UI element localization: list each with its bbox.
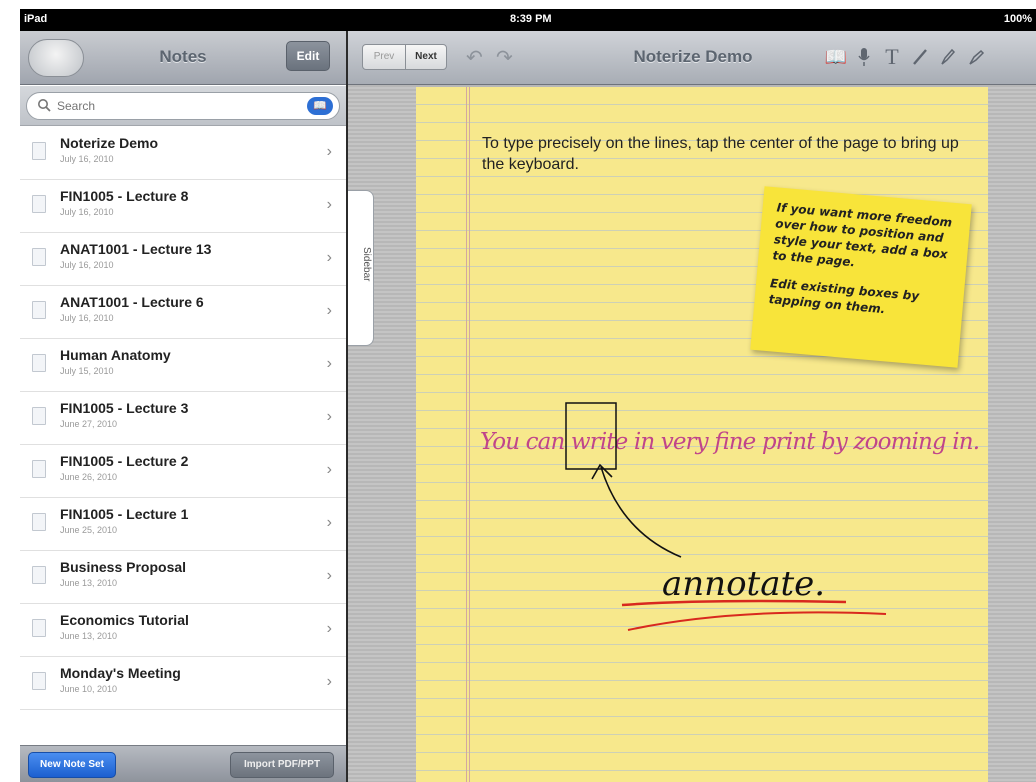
highlighter-icon[interactable] — [936, 43, 960, 71]
chevron-right-icon: › — [326, 302, 332, 319]
note-name: Economics Tutorial — [60, 612, 189, 628]
note-list-item[interactable]: Business Proposal June 13, 2010 › — [20, 551, 346, 604]
battery-label: 100% — [1003, 13, 1032, 25]
note-list-item[interactable]: ANAT1001 - Lecture 6 July 16, 2010 › — [20, 286, 346, 339]
document-icon — [32, 354, 46, 372]
note-list-item[interactable]: Economics Tutorial June 13, 2010 › — [20, 604, 346, 657]
chevron-right-icon: › — [326, 355, 332, 372]
note-date: July 16, 2010 — [60, 260, 114, 270]
handwriting-layer: You can write in very fine print by zoom… — [480, 402, 980, 631]
edit-button[interactable]: Edit — [286, 41, 330, 71]
redo-icon[interactable]: ↷ — [496, 45, 513, 70]
undo-icon[interactable]: ↶ — [466, 45, 483, 70]
search-field[interactable]: 📖 — [26, 92, 340, 120]
document-icon — [32, 301, 46, 319]
note-list-item[interactable]: FIN1005 - Lecture 8 July 16, 2010 › — [20, 180, 346, 233]
note-name: Monday's Meeting — [60, 665, 181, 681]
document-icon — [32, 195, 46, 213]
note-list: Noterize Demo July 16, 2010 › FIN1005 - Lec… — [20, 127, 346, 710]
note-name: FIN1005 - Lecture 8 — [60, 188, 189, 204]
import-pdf-ppt-button[interactable]: Import PDF/PPT — [230, 752, 334, 778]
document-icon — [32, 672, 46, 690]
note-name: FIN1005 - Lecture 1 — [60, 506, 189, 522]
pen-icon[interactable] — [908, 43, 932, 71]
editor-toolbar: Prev Next ↶ ↷ Noterize Demo 📖 T — [348, 31, 1036, 85]
document-icon — [32, 513, 46, 531]
chevron-right-icon: › — [326, 673, 332, 690]
chevron-right-icon: › — [326, 249, 332, 266]
note-date: July 16, 2010 — [60, 313, 114, 323]
document-icon — [32, 248, 46, 266]
notes-title: Notes — [159, 47, 207, 66]
next-button[interactable]: Next — [405, 44, 447, 70]
note-name: Noterize Demo — [60, 135, 159, 151]
handwriting-line: You can write in very fine print by zoom… — [480, 429, 980, 455]
note-name: ANAT1001 - Lecture 6 — [60, 294, 204, 310]
note-name: Human Anatomy — [60, 347, 171, 363]
prev-button[interactable]: Prev — [362, 44, 406, 70]
note-date: July 16, 2010 — [60, 207, 114, 217]
note-date: July 16, 2010 — [60, 154, 114, 164]
sidebar-tab[interactable]: Sidebar — [348, 190, 374, 346]
chevron-right-icon: › — [326, 143, 332, 160]
sticky-text: If you want more freedom over how to pos… — [771, 200, 953, 270]
chevron-right-icon: › — [326, 461, 332, 478]
document-icon — [32, 566, 46, 584]
notes-toolbar: Notes Edit — [20, 31, 346, 85]
ipad-screen: iPad 8:39 PM 100% Notes Edit 📖 Noterize … — [20, 9, 1036, 782]
clock: 8:39 PM — [510, 13, 552, 25]
text-tool-icon[interactable]: T — [880, 43, 904, 71]
bookmarks-icon[interactable]: 📖 — [307, 97, 333, 115]
note-date: June 26, 2010 — [60, 472, 118, 482]
note-date: June 25, 2010 — [60, 525, 118, 535]
note-list-item[interactable]: FIN1005 - Lecture 3 June 27, 2010 › — [20, 392, 346, 445]
arrow-annotation — [600, 466, 682, 558]
note-name: FIN1005 - Lecture 2 — [60, 453, 189, 469]
note-list-item[interactable]: FIN1005 - Lecture 1 June 25, 2010 › — [20, 498, 346, 551]
note-list-item[interactable]: Human Anatomy July 15, 2010 › — [20, 339, 346, 392]
carrier-label: iPad — [24, 13, 48, 25]
sticky-note[interactable]: If you want more freedom over how to pos… — [750, 186, 972, 368]
notes-bottom-toolbar: New Note Set Import PDF/PPT — [20, 745, 346, 782]
note-list-item[interactable]: ANAT1001 - Lecture 13 July 16, 2010 › — [20, 233, 346, 286]
document-icon — [32, 407, 46, 425]
chevron-right-icon: › — [326, 196, 332, 213]
document-icon — [32, 619, 46, 637]
note-name: ANAT1001 - Lecture 13 — [60, 241, 212, 257]
search-input[interactable] — [57, 97, 297, 115]
chevron-right-icon: › — [326, 620, 332, 637]
sidebar-tab-label: Sidebar — [361, 247, 372, 282]
sticky-text: Edit existing boxes by tapping on them. — [768, 276, 920, 317]
red-underline — [627, 611, 887, 631]
book-icon[interactable]: 📖 — [824, 43, 848, 71]
handwriting-annotate: annotate. — [662, 564, 825, 604]
search-icon — [38, 99, 51, 112]
eraser-icon[interactable] — [964, 43, 988, 71]
chevron-right-icon: › — [326, 408, 332, 425]
back-button[interactable] — [28, 39, 84, 77]
note-date: June 13, 2010 — [60, 631, 118, 641]
status-bar: iPad 8:39 PM 100% — [20, 9, 1036, 31]
note-date: June 13, 2010 — [60, 578, 118, 588]
document-title: Noterize Demo — [633, 47, 753, 66]
note-date: June 10, 2010 — [60, 684, 118, 694]
note-date: July 15, 2010 — [60, 366, 114, 376]
note-date: June 27, 2010 — [60, 419, 118, 429]
note-list-item[interactable]: Monday's Meeting June 10, 2010 › — [20, 657, 346, 710]
chevron-right-icon: › — [326, 514, 332, 531]
microphone-icon[interactable] — [852, 43, 876, 71]
new-note-set-button[interactable]: New Note Set — [28, 752, 116, 778]
note-name: FIN1005 - Lecture 3 — [60, 400, 189, 416]
search-bar: 📖 — [20, 86, 346, 126]
notes-panel: Notes Edit 📖 Noterize Demo July 16, 2010 ›… — [20, 31, 346, 782]
chevron-right-icon: › — [326, 567, 332, 584]
document-icon — [32, 460, 46, 478]
document-icon — [32, 142, 46, 160]
note-list-item[interactable]: FIN1005 - Lecture 2 June 26, 2010 › — [20, 445, 346, 498]
note-list-item[interactable]: Noterize Demo July 16, 2010 › — [20, 127, 346, 180]
note-name: Business Proposal — [60, 559, 187, 575]
